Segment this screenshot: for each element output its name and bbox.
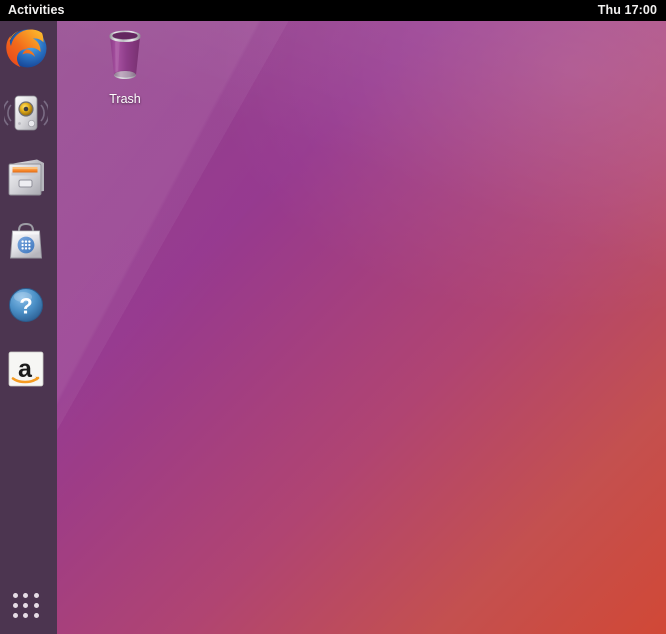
dock[interactable]: ? a bbox=[0, 21, 57, 634]
dock-item-files[interactable] bbox=[4, 155, 48, 199]
clock[interactable]: Thu 17:00 bbox=[598, 0, 657, 21]
amazon-icon: a bbox=[8, 351, 44, 387]
grid-dot bbox=[12, 602, 18, 608]
grid-dot bbox=[23, 602, 29, 608]
trash-bin-svg bbox=[109, 30, 141, 79]
speaker-icon bbox=[4, 95, 48, 131]
dock-item-rhythmbox[interactable] bbox=[4, 91, 48, 135]
grid-dot bbox=[12, 592, 18, 598]
show-applications-button[interactable] bbox=[5, 586, 47, 624]
grid-dot bbox=[34, 612, 40, 618]
svg-text:a: a bbox=[18, 355, 33, 383]
top-bar: Activities Thu 17:00 bbox=[0, 0, 666, 21]
grid-dot bbox=[23, 612, 29, 618]
svg-text:?: ? bbox=[19, 294, 32, 319]
grid-dot bbox=[34, 602, 40, 608]
trash-bin-icon bbox=[88, 28, 162, 90]
grid-dot bbox=[23, 592, 29, 598]
firefox-icon bbox=[6, 29, 47, 68]
desktop-icon-trash[interactable]: Trash bbox=[88, 28, 162, 116]
grid-dot bbox=[34, 592, 40, 598]
dock-item-help[interactable]: ? bbox=[4, 283, 48, 327]
desktop-icon-label: Trash bbox=[109, 92, 141, 106]
dock-item-firefox[interactable] bbox=[4, 27, 48, 71]
dock-item-ubuntu-software[interactable] bbox=[4, 219, 48, 263]
shopping-bag-icon bbox=[10, 222, 42, 259]
activities-button[interactable]: Activities bbox=[5, 0, 68, 21]
desktop[interactable]: Trash ? a Activities Thu 17:00 bbox=[0, 0, 666, 634]
dock-item-amazon[interactable]: a bbox=[4, 347, 48, 391]
file-cabinet-icon bbox=[8, 159, 44, 196]
grid-dot bbox=[12, 612, 18, 618]
question-mark-icon: ? bbox=[9, 288, 43, 322]
